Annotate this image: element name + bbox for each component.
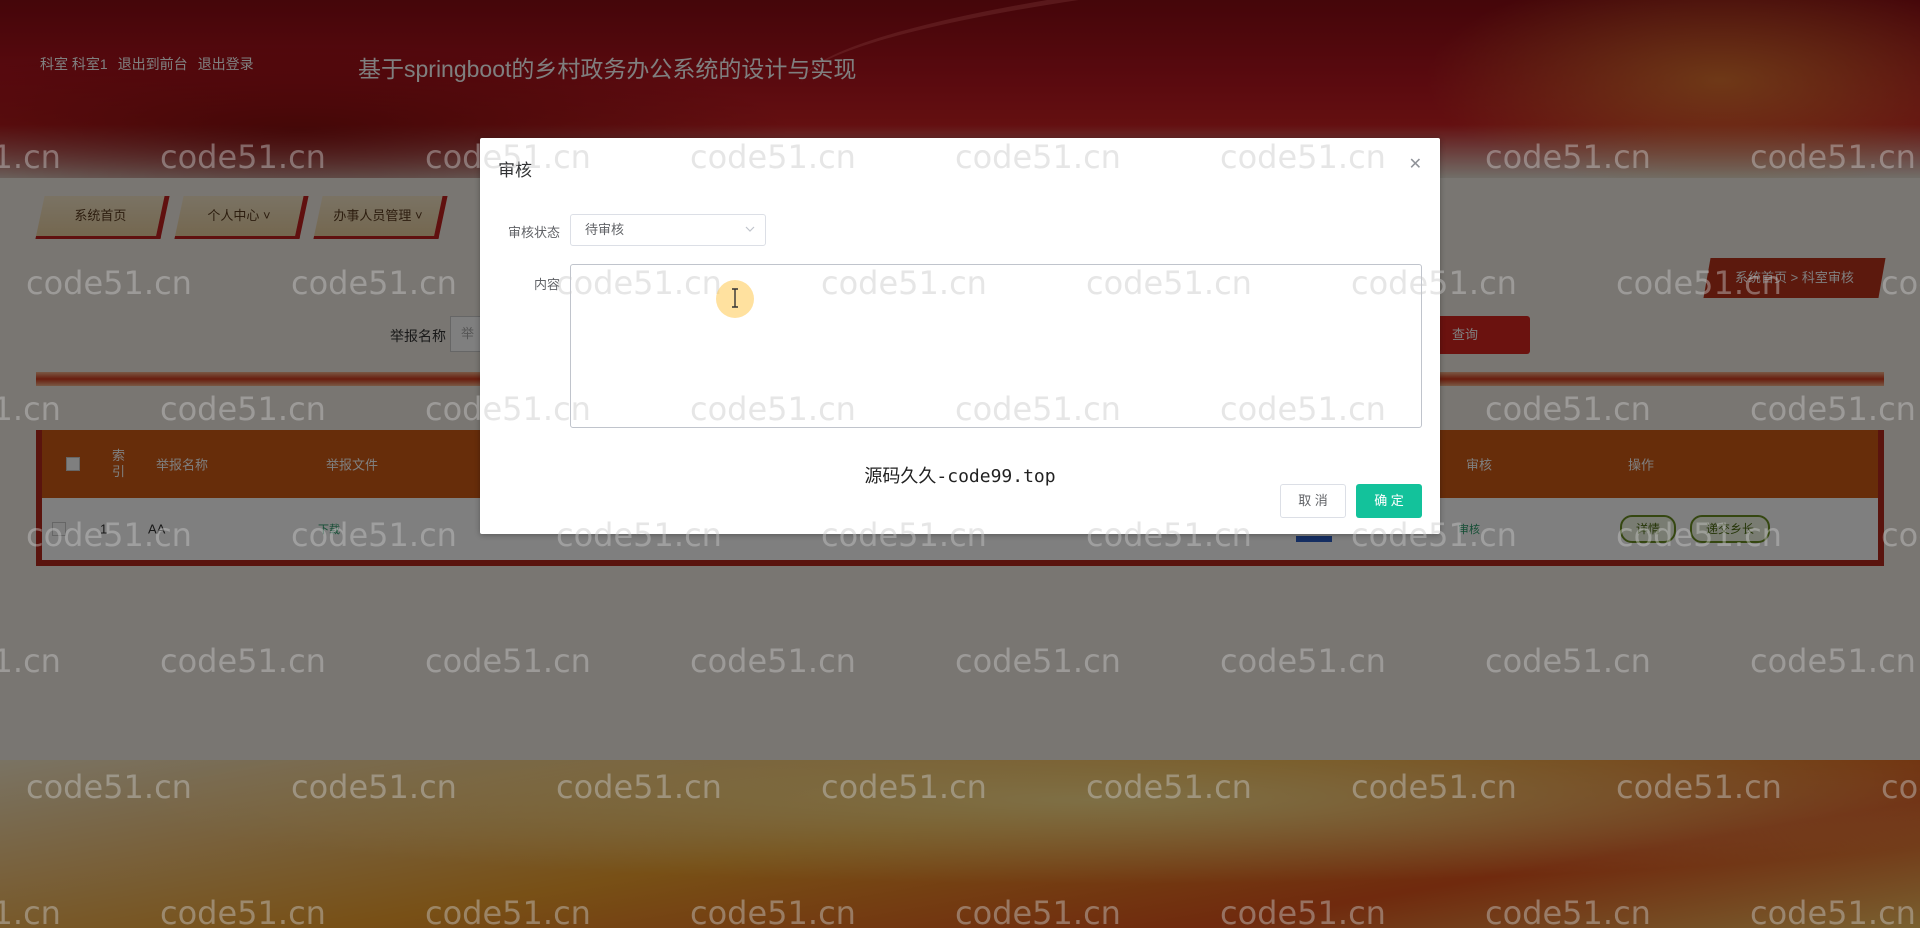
- text-cursor-icon: [732, 288, 738, 308]
- cancel-button[interactable]: 取 消: [1280, 484, 1346, 518]
- dialog-title: 审核: [498, 161, 532, 180]
- review-dialog: 审核 ✕ 审核状态 待审核 内容 源码久久-code99.top 取 消 确 定: [480, 138, 1440, 534]
- content-textarea[interactable]: [570, 264, 1422, 428]
- status-select-value: 待审核: [585, 222, 625, 237]
- confirm-button[interactable]: 确 定: [1356, 484, 1422, 518]
- close-icon[interactable]: ✕: [1409, 154, 1422, 174]
- chevron-down-icon: [745, 226, 755, 232]
- status-select[interactable]: 待审核: [570, 214, 766, 246]
- content-label: 内容: [534, 277, 561, 292]
- status-label: 审核状态: [508, 225, 561, 240]
